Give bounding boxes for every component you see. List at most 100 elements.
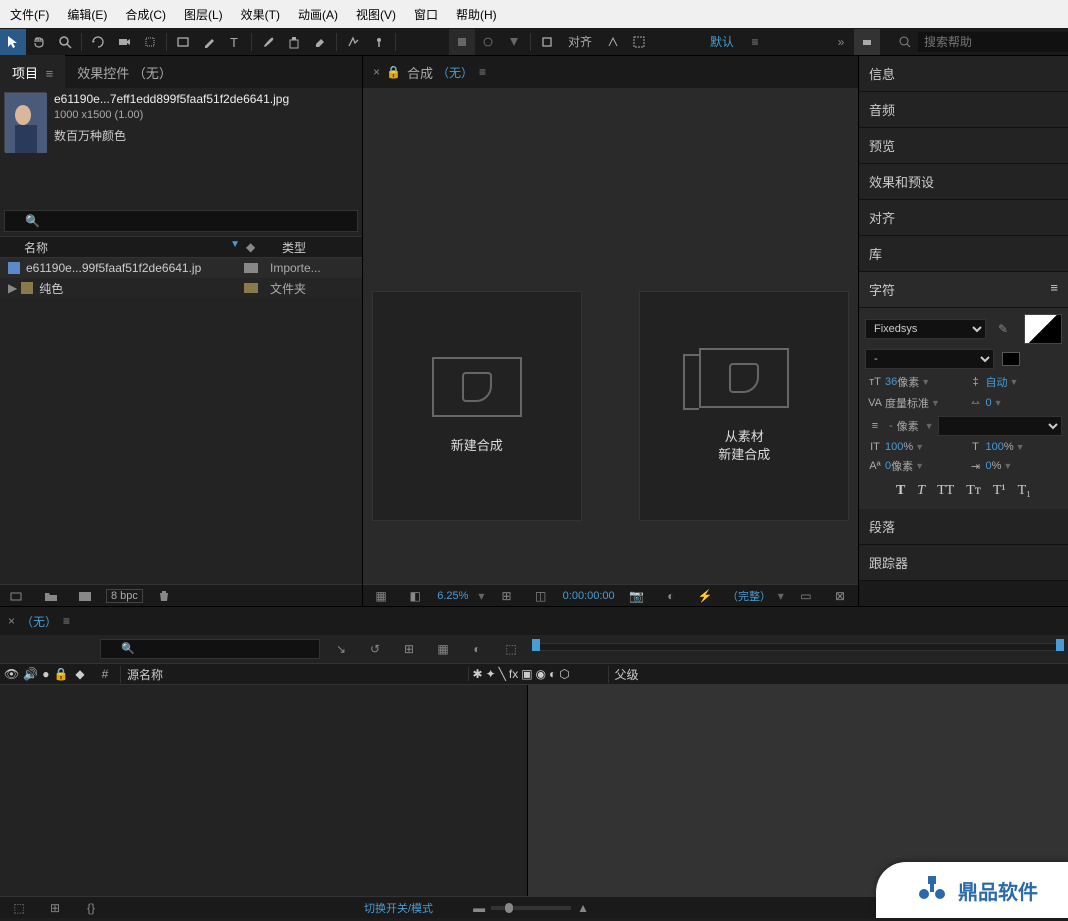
menu-layer[interactable]: 图层(L) bbox=[184, 6, 223, 23]
pen-tool-icon[interactable] bbox=[196, 29, 222, 55]
menu-file[interactable]: 文件(F) bbox=[10, 6, 49, 23]
camera-tool-icon[interactable] bbox=[111, 29, 137, 55]
resolution-display[interactable]: （完整） bbox=[727, 588, 768, 604]
tab-project[interactable]: 项目 ≡ bbox=[0, 55, 65, 90]
menu-window[interactable]: 窗口 bbox=[414, 6, 438, 23]
col-type[interactable]: 类型 bbox=[262, 239, 362, 256]
panel-align[interactable]: 对齐 bbox=[859, 200, 1068, 236]
switch1-icon[interactable]: ✱ bbox=[473, 667, 483, 681]
bpc-indicator[interactable]: 8 bpc bbox=[106, 589, 143, 603]
panel-paragraph[interactable]: 段落 bbox=[859, 509, 1068, 545]
selection-tool-icon[interactable] bbox=[0, 29, 26, 55]
view1-icon[interactable]: ▭ bbox=[794, 583, 818, 609]
panel-info[interactable]: 信息 bbox=[859, 56, 1068, 92]
menu-effect[interactable]: 效果(T) bbox=[241, 6, 280, 23]
zoom-tool-icon[interactable] bbox=[52, 29, 78, 55]
comp-opt3-icon[interactable]: ⊞ bbox=[494, 583, 518, 609]
comp-tab-menu-icon[interactable]: ≡ bbox=[479, 65, 486, 79]
snap-opt2-icon[interactable] bbox=[626, 29, 652, 55]
eraser-tool-icon[interactable] bbox=[307, 29, 333, 55]
tool-extra-icon[interactable] bbox=[449, 29, 475, 55]
timeline-layers-area[interactable] bbox=[0, 685, 528, 896]
subscript-button[interactable]: T₁ bbox=[1018, 483, 1031, 499]
menu-view[interactable]: 视图(V) bbox=[356, 6, 396, 23]
hand-tool-icon[interactable] bbox=[26, 29, 52, 55]
project-search-input[interactable] bbox=[4, 210, 358, 232]
col-parent[interactable]: 父级 bbox=[608, 666, 728, 683]
switch6-icon[interactable]: ◉ bbox=[536, 667, 546, 681]
orbit-tool-icon[interactable] bbox=[85, 29, 111, 55]
timeline-navigator[interactable] bbox=[528, 639, 1068, 659]
panel-preview[interactable]: 预览 bbox=[859, 128, 1068, 164]
menu-help[interactable]: 帮助(H) bbox=[456, 6, 497, 23]
bell-icon[interactable] bbox=[854, 29, 880, 55]
roto-tool-icon[interactable] bbox=[340, 29, 366, 55]
tl-opt1-icon[interactable]: ↘ bbox=[328, 636, 354, 662]
panel-menu-icon[interactable]: ≡ bbox=[1050, 280, 1058, 299]
comp-opt4-icon[interactable]: ◫ bbox=[529, 583, 553, 609]
workspace-menu-icon[interactable]: ≡ bbox=[742, 29, 768, 55]
zoom-value[interactable]: 6.25% bbox=[437, 590, 468, 602]
col-source-name[interactable]: 源名称 bbox=[120, 666, 468, 683]
panel-library[interactable]: 库 bbox=[859, 236, 1068, 272]
switch2-icon[interactable]: ✦ bbox=[486, 667, 496, 681]
menu-edit[interactable]: 编辑(E) bbox=[67, 6, 107, 23]
panel-tracker[interactable]: 跟踪器 bbox=[859, 545, 1068, 581]
tl-foot3-icon[interactable]: {} bbox=[78, 895, 104, 921]
eye-col-icon[interactable]: 👁 bbox=[4, 667, 19, 681]
text-tool-icon[interactable]: T bbox=[222, 29, 248, 55]
toggle-switches-button[interactable]: 切换开关/模式 bbox=[364, 900, 433, 916]
allcaps-button[interactable]: TT bbox=[937, 483, 954, 499]
pan-behind-tool-icon[interactable] bbox=[137, 29, 163, 55]
view2-icon[interactable]: ⊠ bbox=[828, 583, 852, 609]
timeline-tab-menu-icon[interactable]: ≡ bbox=[63, 614, 70, 628]
switch8-icon[interactable]: ⬡ bbox=[559, 667, 569, 681]
tl-opt6-icon[interactable]: ⬚ bbox=[498, 636, 524, 662]
audio-col-icon[interactable]: 🔊 bbox=[23, 667, 38, 681]
channel-icon[interactable]: ◐ bbox=[659, 583, 683, 609]
project-row-image[interactable]: e61190e...99f5faaf51f2de6641.jp Importe.… bbox=[0, 258, 362, 278]
menu-animation[interactable]: 动画(A) bbox=[298, 6, 338, 23]
col-number[interactable]: # bbox=[90, 667, 120, 681]
font-family-select[interactable]: Fixedsys bbox=[865, 319, 986, 339]
rect-tool-icon[interactable] bbox=[170, 29, 196, 55]
font-style-select[interactable]: - bbox=[865, 349, 994, 369]
workspace-dropdown[interactable]: 默认 bbox=[710, 33, 734, 50]
clone-tool-icon[interactable] bbox=[281, 29, 307, 55]
snapshot-icon[interactable]: 📷 bbox=[625, 583, 649, 609]
no-fill-icon[interactable] bbox=[1002, 352, 1020, 366]
tl-opt4-icon[interactable]: ▦ bbox=[430, 636, 456, 662]
new-folder-icon[interactable] bbox=[38, 583, 64, 609]
tracking-value[interactable]: 0 bbox=[986, 397, 992, 409]
tool-extra3-icon[interactable] bbox=[501, 29, 527, 55]
eyedropper-icon[interactable]: ✎ bbox=[990, 316, 1016, 342]
exposure-icon[interactable]: ⚡ bbox=[693, 583, 717, 609]
tl-opt3-icon[interactable]: ⊞ bbox=[396, 636, 422, 662]
tool-extra2-icon[interactable] bbox=[475, 29, 501, 55]
panel-audio[interactable]: 音频 bbox=[859, 92, 1068, 128]
switch3-icon[interactable]: ╲ bbox=[499, 667, 506, 681]
interpret-icon[interactable] bbox=[4, 583, 30, 609]
new-comp-tile[interactable]: 新建合成 bbox=[372, 291, 582, 521]
panel-character[interactable]: 字符≡ bbox=[859, 272, 1068, 308]
fill-stroke-swatch[interactable] bbox=[1024, 314, 1062, 344]
snap-icon[interactable] bbox=[534, 29, 560, 55]
overflow-icon[interactable]: » bbox=[828, 29, 854, 55]
tl-opt5-icon[interactable]: ◐ bbox=[464, 636, 490, 662]
bold-button[interactable]: T bbox=[896, 483, 905, 499]
new-comp-icon[interactable] bbox=[72, 583, 98, 609]
time-display[interactable]: 0:00:00:00 bbox=[563, 590, 615, 602]
tl-opt2-icon[interactable]: ↺ bbox=[362, 636, 388, 662]
timeline-search-input[interactable] bbox=[100, 639, 320, 659]
panel-effects-presets[interactable]: 效果和预设 bbox=[859, 164, 1068, 200]
italic-button[interactable]: T bbox=[917, 483, 925, 499]
expand-arrow-icon[interactable]: ▶ bbox=[8, 281, 17, 295]
col-name[interactable]: 名称▼ bbox=[0, 239, 246, 256]
tl-foot1-icon[interactable]: ⬚ bbox=[6, 895, 32, 921]
lock-col-icon[interactable]: 🔒 bbox=[53, 667, 68, 681]
help-search-input[interactable] bbox=[918, 32, 1068, 52]
tl-foot2-icon[interactable]: ⊞ bbox=[42, 895, 68, 921]
font-size-value[interactable]: 36 bbox=[885, 376, 897, 388]
brush-tool-icon[interactable] bbox=[255, 29, 281, 55]
menu-comp[interactable]: 合成(C) bbox=[125, 6, 166, 23]
